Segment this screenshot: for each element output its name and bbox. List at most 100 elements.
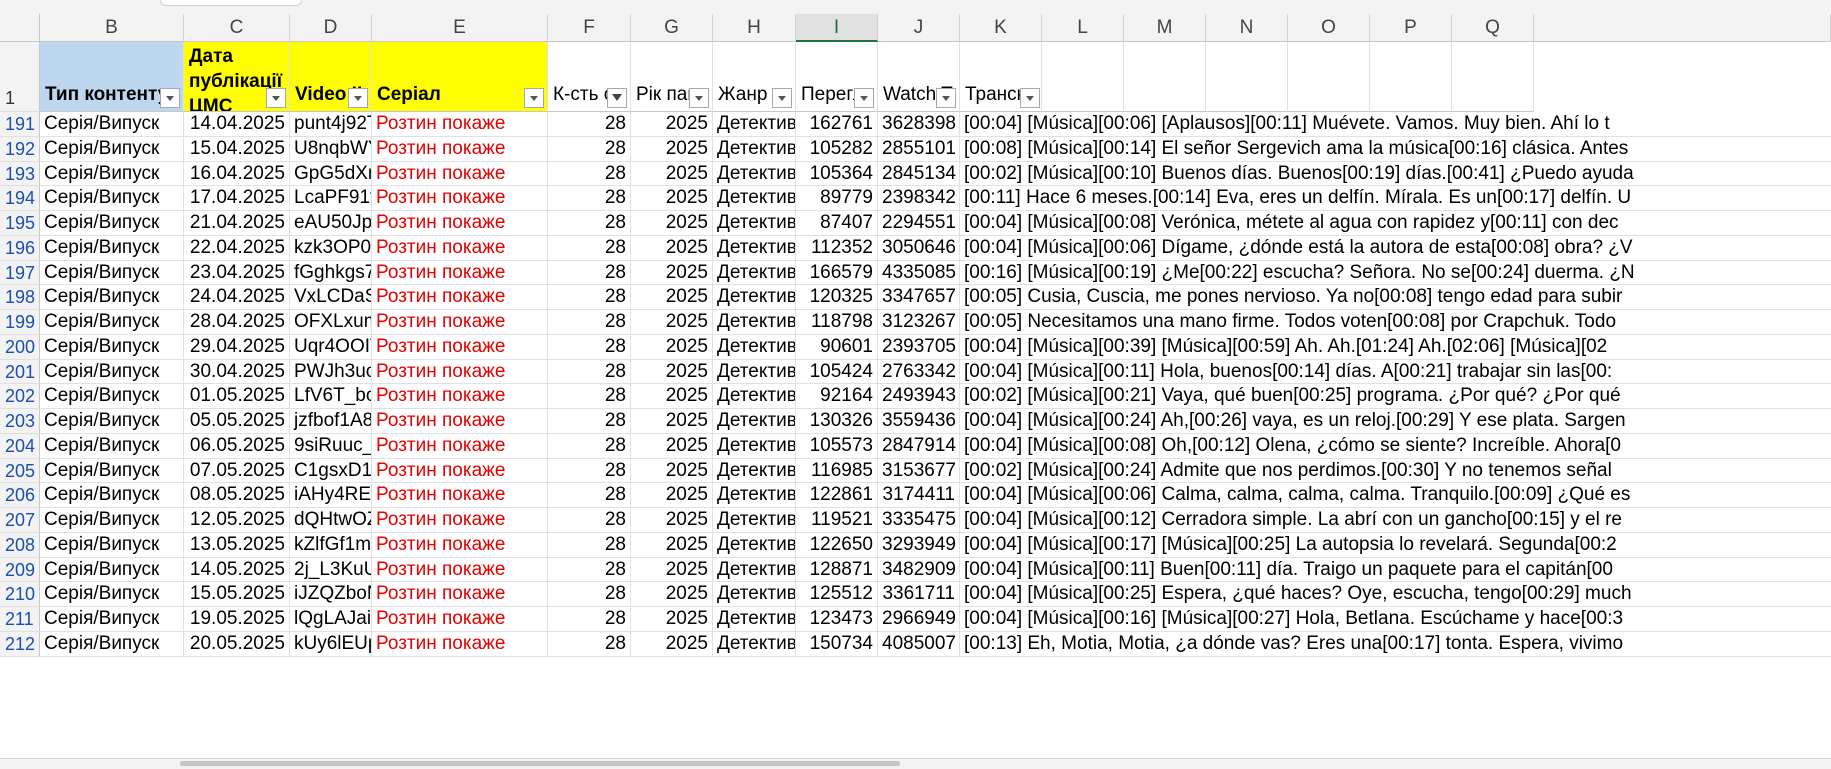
cell-series[interactable]: Розтин покаже [372,384,548,409]
cell-genre[interactable]: Детектив [713,433,796,459]
cell-text[interactable]: [00:04] [Música][00:08] Verónica, métete… [960,211,1831,236]
cell-type[interactable]: Серія/Випуск [40,285,184,310]
cell-series[interactable]: Розтин покаже [372,557,548,583]
filter-dropdown-button[interactable] [266,88,286,108]
cell-count[interactable]: 28 [548,161,631,187]
cell-count[interactable]: 28 [548,483,631,508]
cell-text[interactable]: [00:13] Eh, Motia, Motia, ¿a dónde vas? … [960,631,1831,657]
cell-type[interactable]: Серія/Випуск [40,186,184,211]
row-header[interactable]: 206 [0,483,40,508]
cell-type[interactable]: Серія/Випуск [40,607,184,632]
cell-watch[interactable]: 2966949 [878,607,960,632]
cell-watch[interactable]: 4085007 [878,631,960,657]
cell-vid[interactable]: VxLCDaSD [290,285,372,310]
cell-watch[interactable]: 2855101 [878,136,960,162]
cell-genre[interactable]: Детектив [713,211,796,236]
cell-year[interactable]: 2025 [631,483,713,508]
cell-year[interactable]: 2025 [631,607,713,632]
cell-text[interactable]: [00:16] [Música][00:19] ¿Me[00:22] escuc… [960,260,1831,286]
cell-date[interactable]: 23.04.2025 [184,260,290,286]
cell-type[interactable]: Серія/Випуск [40,235,184,261]
cell-views[interactable]: 122861 [796,483,878,508]
column-header-d[interactable]: D [290,14,372,42]
filter-dropdown-button[interactable] [854,88,874,108]
cell-vid[interactable]: kZlfGf1mS [290,532,372,558]
cell-type[interactable]: Серія/Випуск [40,483,184,508]
cell-watch[interactable]: 3123267 [878,310,960,335]
cell-date[interactable]: 06.05.2025 [184,433,290,459]
cell-year[interactable]: 2025 [631,334,713,360]
cell-type[interactable]: Серія/Випуск [40,631,184,657]
cell-views[interactable]: 105573 [796,433,878,459]
filter-dropdown-button[interactable] [1020,88,1040,108]
cell-vid[interactable]: 9siRuuc_g [290,433,372,459]
cell-date[interactable]: 21.04.2025 [184,211,290,236]
cell-text[interactable]: [00:04] [Música][00:16] [Música][00:27] … [960,607,1831,632]
cell-series[interactable]: Розтин покаже [372,409,548,434]
column-header-j[interactable]: J [878,14,960,42]
cell-type[interactable]: Серія/Випуск [40,136,184,162]
cell-views[interactable]: 87407 [796,211,878,236]
row-header[interactable]: 207 [0,508,40,533]
cell-views[interactable]: 90601 [796,334,878,360]
cell-watch[interactable]: 3361711 [878,582,960,607]
cell-vid[interactable]: 2j_L3KuUV [290,557,372,583]
cell-vid[interactable]: LcaPF91fO [290,186,372,211]
cell-series[interactable]: Розтин покаже [372,433,548,459]
cell-count[interactable]: 28 [548,532,631,558]
cell-year[interactable]: 2025 [631,235,713,261]
cell-watch[interactable]: 3293949 [878,532,960,558]
cell-views[interactable]: 130326 [796,409,878,434]
cell-date[interactable]: 12.05.2025 [184,508,290,533]
cell-genre[interactable]: Детектив [713,458,796,484]
cell-vid[interactable]: U8nqbWY [290,136,372,162]
row-header[interactable]: 194 [0,186,40,211]
cell-count[interactable]: 28 [548,136,631,162]
cell-series[interactable]: Розтин покаже [372,285,548,310]
cell-count[interactable]: 28 [548,409,631,434]
cell-views[interactable]: 125512 [796,582,878,607]
cell-watch[interactable]: 2847914 [878,433,960,459]
cell-text[interactable]: [00:04] [Música][00:17] [Música][00:25] … [960,532,1831,558]
row-header[interactable]: 205 [0,458,40,484]
cell-genre[interactable]: Детектив [713,161,796,187]
row-header[interactable]: 203 [0,409,40,434]
row-header-1[interactable]: 1 [0,42,40,112]
cell-year[interactable]: 2025 [631,310,713,335]
cell-date[interactable]: 05.05.2025 [184,409,290,434]
cell-genre[interactable]: Детектив [713,136,796,162]
filter-dropdown-button[interactable] [348,88,368,108]
row-header[interactable]: 199 [0,310,40,335]
cell-year[interactable]: 2025 [631,557,713,583]
cell-year[interactable]: 2025 [631,161,713,187]
row-header[interactable]: 209 [0,557,40,583]
row-header[interactable]: 204 [0,433,40,459]
column-header-k[interactable]: K [960,14,1042,42]
cell-text[interactable]: [00:05] Necesitamos una mano firme. Todo… [960,310,1831,335]
cell-year[interactable]: 2025 [631,433,713,459]
row-header[interactable]: 197 [0,260,40,286]
cell-type[interactable]: Серія/Випуск [40,211,184,236]
cell-views[interactable]: 122650 [796,532,878,558]
filter-dropdown-button[interactable] [936,88,956,108]
cell-vid[interactable]: PWJh3uoc [290,359,372,385]
cell-year[interactable]: 2025 [631,260,713,286]
cell-type[interactable]: Серія/Випуск [40,557,184,583]
cell-year[interactable]: 2025 [631,186,713,211]
cell-type[interactable]: Серія/Випуск [40,582,184,607]
cell-series[interactable]: Розтин покаже [372,359,548,385]
cell-year[interactable]: 2025 [631,211,713,236]
cell-type[interactable]: Серія/Випуск [40,508,184,533]
scrollbar-thumb[interactable] [180,761,900,766]
cell-views[interactable]: 116985 [796,458,878,484]
cell-watch[interactable]: 2294551 [878,211,960,236]
row-header[interactable]: 200 [0,334,40,360]
cell-year[interactable]: 2025 [631,409,713,434]
row-header[interactable]: 212 [0,631,40,657]
row-header[interactable]: 196 [0,235,40,261]
cell-text[interactable]: [00:04] [Música][00:11] Buen[00:11] día.… [960,557,1831,583]
cell-date[interactable]: 16.04.2025 [184,161,290,187]
column-header-o[interactable]: O [1288,14,1370,42]
cell-vid[interactable]: LfV6T_bol [290,384,372,409]
cell-vid[interactable]: dQHtwOZ [290,508,372,533]
